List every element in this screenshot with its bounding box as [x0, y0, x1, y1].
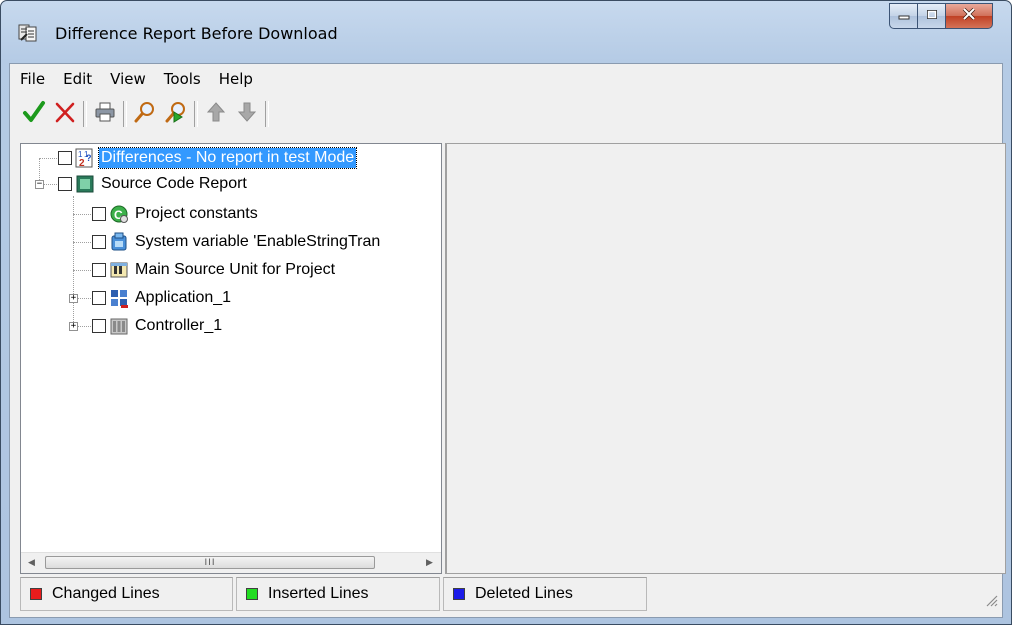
- source-code-report-icon: [75, 174, 95, 194]
- tree-connector: [43, 184, 57, 185]
- collapse-toggle[interactable]: −: [35, 180, 44, 189]
- minimize-icon: [898, 9, 910, 24]
- menu-view[interactable]: View: [101, 64, 155, 94]
- horizontal-scrollbar[interactable]: ◀ III ▶: [21, 552, 441, 573]
- scroll-right-icon: ▶: [426, 558, 433, 568]
- changed-color-swatch: [30, 588, 42, 600]
- application-icon: [109, 288, 129, 308]
- tree-node-label: Controller_1: [135, 317, 223, 334]
- legend-label: Inserted Lines: [268, 585, 369, 602]
- menu-file[interactable]: File: [10, 64, 54, 94]
- accept-check-icon: [22, 100, 46, 128]
- maximize-button[interactable]: [918, 3, 946, 29]
- node-checkbox[interactable]: [58, 151, 72, 165]
- client-area: File Edit View Tools Help − + + 1 1 2 ? …: [9, 63, 1006, 618]
- inserted-color-swatch: [246, 588, 258, 600]
- legend-label: Deleted Lines: [475, 585, 573, 602]
- expand-toggle[interactable]: +: [69, 322, 78, 331]
- node-checkbox[interactable]: [92, 291, 106, 305]
- toolbar-separator: [265, 101, 269, 127]
- deleted-color-swatch: [453, 588, 465, 600]
- constants-icon: C: [109, 204, 129, 224]
- toolbar-separator: [194, 101, 198, 127]
- tree-connector: [73, 242, 91, 243]
- source-unit-icon: [109, 260, 129, 280]
- menu-edit[interactable]: Edit: [54, 64, 101, 94]
- difference-report-window: Difference Report Before Download File E…: [0, 0, 1012, 625]
- scroll-left-icon: ◀: [28, 558, 35, 568]
- report-detail-pane[interactable]: [445, 143, 1006, 574]
- legend-inserted-lines: Inserted Lines: [236, 577, 440, 611]
- differences-report-icon: 1 1 2?: [75, 148, 95, 168]
- system-variable-icon: [109, 232, 129, 252]
- node-checkbox[interactable]: [92, 319, 106, 333]
- print-button[interactable]: [91, 99, 119, 129]
- scroll-right-button[interactable]: ▶: [421, 555, 438, 571]
- tree-node-label: Application_1: [135, 289, 232, 306]
- tree-connector: [73, 196, 74, 326]
- find-next-button[interactable]: [162, 99, 190, 129]
- menu-tools[interactable]: Tools: [155, 64, 210, 94]
- scroll-thumb[interactable]: III: [45, 556, 375, 569]
- move-up-button[interactable]: [202, 99, 230, 129]
- tree-node-label: Source Code Report: [101, 175, 247, 192]
- tree-node-label: Differences - No report in test Mode: [97, 147, 358, 169]
- reject-button[interactable]: [51, 99, 79, 129]
- toolbar: [10, 94, 1002, 134]
- tree-node-differences[interactable]: 1 1 2? Differences - No report in test Mod…: [58, 145, 358, 171]
- tree-connector: [73, 270, 91, 271]
- tree-node-controller-1[interactable]: Controller_1: [92, 313, 224, 339]
- tree-node-label: Main Source Unit for Project: [135, 261, 336, 278]
- app-icon[interactable]: [18, 23, 38, 43]
- tree-node-main-source-unit[interactable]: Main Source Unit for Project: [92, 257, 337, 283]
- status-bar: Changed Lines Inserted Lines Deleted Lin…: [20, 577, 1002, 611]
- tree-connector: [77, 326, 91, 327]
- tree-node-system-variable[interactable]: System variable 'EnableStringTran: [92, 229, 382, 255]
- controller-icon: [109, 316, 129, 336]
- toolbar-separator: [123, 101, 127, 127]
- up-arrow-icon: [204, 100, 228, 128]
- close-button[interactable]: [946, 3, 993, 29]
- tree-connector: [77, 298, 91, 299]
- accept-button[interactable]: [20, 99, 48, 129]
- tree-node-project-constants[interactable]: C Project constants: [92, 201, 260, 227]
- toolbar-separator: [83, 101, 87, 127]
- node-checkbox[interactable]: [92, 235, 106, 249]
- maximize-icon: [926, 9, 938, 24]
- find-icon: [133, 100, 157, 128]
- tree-connector: [39, 158, 57, 159]
- svg-text:?: ?: [86, 153, 92, 163]
- window-title: Difference Report Before Download: [55, 24, 338, 43]
- down-arrow-icon: [235, 100, 259, 128]
- menu-bar: File Edit View Tools Help: [10, 64, 1002, 94]
- node-checkbox[interactable]: [58, 177, 72, 191]
- minimize-button[interactable]: [889, 3, 918, 29]
- print-icon: [93, 100, 117, 128]
- close-icon: [962, 7, 976, 24]
- expand-toggle[interactable]: +: [69, 294, 78, 303]
- find-button[interactable]: [131, 99, 159, 129]
- menu-help[interactable]: Help: [210, 64, 262, 94]
- report-tree[interactable]: − + + 1 1 2? Differences - No report in te…: [20, 143, 442, 574]
- legend-deleted-lines: Deleted Lines: [443, 577, 647, 611]
- node-checkbox[interactable]: [92, 207, 106, 221]
- node-checkbox[interactable]: [92, 263, 106, 277]
- tree-connector: [73, 214, 91, 215]
- scroll-left-button[interactable]: ◀: [23, 555, 40, 571]
- title-bar[interactable]: Difference Report Before Download: [1, 1, 1011, 63]
- legend-changed-lines: Changed Lines: [20, 577, 233, 611]
- reject-x-icon: [53, 100, 77, 128]
- move-down-button[interactable]: [233, 99, 261, 129]
- tree-node-application-1[interactable]: Application_1: [92, 285, 233, 311]
- legend-label: Changed Lines: [52, 585, 160, 602]
- find-next-icon: [164, 100, 188, 128]
- svg-text:2: 2: [79, 158, 85, 168]
- caption-buttons: [889, 3, 993, 29]
- resize-grip-icon[interactable]: [984, 593, 998, 607]
- tree-content: − + + 1 1 2? Differences - No report in te…: [21, 144, 441, 553]
- tree-node-source-code-report[interactable]: Source Code Report: [58, 171, 249, 197]
- tree-node-label: Project constants: [135, 205, 258, 222]
- tree-node-label: System variable 'EnableStringTran: [135, 233, 381, 250]
